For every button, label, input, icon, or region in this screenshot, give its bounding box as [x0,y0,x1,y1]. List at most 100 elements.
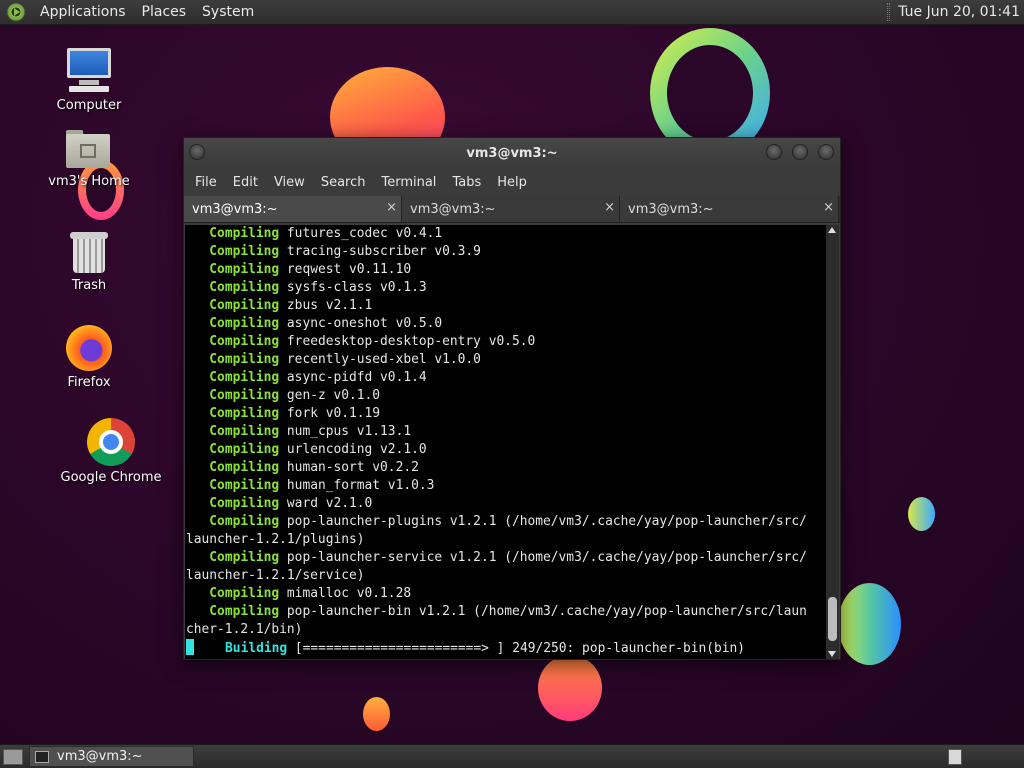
scrollbar-thumb[interactable] [828,597,837,641]
line-text: ward v2.1.0 [279,496,373,511]
terminal-line: Compiling recently-used-xbel v1.0.0 [186,351,826,369]
compile-keyword: Compiling [209,280,280,295]
close-button[interactable] [818,144,834,160]
line-text: futures_codec v0.4.1 [279,226,443,241]
compile-keyword: Compiling [209,604,280,619]
terminal-cursor [186,639,194,655]
terminal-line: Compiling pop-launcher-plugins v1.2.1 (/… [186,513,826,531]
terminal-line: Compiling reqwest v0.11.10 [186,261,826,279]
terminal-output[interactable]: Compiling futures_codec v0.4.1 Compiling… [185,225,826,659]
compile-keyword: Compiling [209,388,280,403]
tab-label: vm3@vm3:~ [628,201,714,217]
window-titlebar[interactable]: vm3@vm3:~ [184,138,840,168]
compile-keyword: Compiling [209,316,280,331]
scroll-down-arrow-icon[interactable] [828,651,836,657]
terminal-line: Compiling urlencoding v2.1.0 [186,441,826,459]
line-text: freedesktop-desktop-entry v0.5.0 [279,334,536,349]
terminal-progress-line: Building [=======================> ] 249… [186,639,826,658]
line-text: reqwest v0.11.10 [279,262,412,277]
menu-applications[interactable]: Applications [32,4,134,20]
menu-tabs[interactable]: Tabs [444,175,489,190]
compile-keyword: Compiling [209,478,280,493]
minimize-button[interactable] [766,144,782,160]
line-text: launcher-1.2.1/plugins) [186,532,365,547]
wallpaper-blob [363,697,390,731]
line-text: mimalloc v0.1.28 [279,586,412,601]
wallpaper-blob [908,497,935,531]
desktop-icon-firefox[interactable]: Firefox [34,325,144,390]
terminal-window[interactable]: vm3@vm3:~ File Edit View Search Terminal… [183,137,841,660]
terminal-line: Compiling fork v0.1.19 [186,405,826,423]
line-text: pop-launcher-service v1.2.1 (/home/vm3/.… [279,550,807,565]
line-text: launcher-1.2.1/service) [186,568,365,583]
taskbar-item-terminal[interactable]: vm3@vm3:~ [29,746,194,767]
building-progress-text: [=======================> ] 249/250: pop… [287,641,746,656]
panel-separator [887,3,891,21]
line-text: fork v0.1.19 [279,406,381,421]
compile-keyword: Compiling [209,244,280,259]
menu-system[interactable]: System [194,4,262,20]
menu-view[interactable]: View [266,175,313,190]
window-menu-button[interactable] [189,144,205,160]
terminal-scrollbar[interactable] [826,225,839,659]
compile-keyword: Compiling [209,514,280,529]
desktop-icon-label: Google Chrome [60,470,162,485]
menu-places[interactable]: Places [134,4,195,20]
terminal-line: Compiling num_cpus v1.13.1 [186,423,826,441]
trash-icon [70,230,108,274]
tab-close-icon[interactable]: × [386,200,397,215]
desktop-icon-trash[interactable]: Trash [34,230,144,293]
terminal-tab-1[interactable]: vm3@vm3:~ × [184,196,402,222]
compile-keyword: Compiling [209,262,280,277]
terminal-line: cher-1.2.1/bin) [186,621,826,639]
workspace-switcher[interactable] [948,748,962,765]
compile-keyword: Compiling [209,424,280,439]
terminal-icon [35,750,49,763]
firefox-icon [66,325,112,371]
line-text: pop-launcher-bin v1.2.1 (/home/vm3/.cach… [279,604,807,619]
terminal-tab-2[interactable]: vm3@vm3:~ × [402,196,620,222]
compile-keyword: Compiling [209,442,280,457]
line-text: gen-z v0.1.0 [279,388,381,403]
compile-keyword: Compiling [209,496,280,511]
desktop-icon-label: Computer [56,98,122,113]
line-text: human-sort v0.2.2 [279,460,419,475]
menu-terminal[interactable]: Terminal [373,175,444,190]
scroll-up-arrow-icon[interactable] [828,227,836,233]
terminal-line: Compiling mimalloc v0.1.28 [186,585,826,603]
line-text: pop-launcher-plugins v1.2.1 (/home/vm3/.… [279,514,807,529]
compile-keyword: Compiling [209,226,280,241]
menu-help[interactable]: Help [489,175,535,190]
line-text: zbus v2.1.1 [279,298,373,313]
menu-file[interactable]: File [187,175,225,190]
maximize-button[interactable] [792,144,808,160]
menu-edit[interactable]: Edit [225,175,266,190]
terminal-tab-3[interactable]: vm3@vm3:~ × [620,196,839,222]
tab-close-icon[interactable]: × [823,200,834,215]
distro-logo-icon[interactable] [6,2,26,22]
desktop-icon-home[interactable]: vm3's Home [34,130,144,189]
menu-search[interactable]: Search [313,175,374,190]
show-desktop-icon[interactable] [3,748,23,765]
terminal-line: Compiling tracing-subscriber v0.3.9 [186,243,826,261]
desktop-icon-chrome[interactable]: Google Chrome [56,418,166,485]
compile-keyword: Compiling [209,586,280,601]
wallpaper-blob [538,655,602,721]
compile-keyword: Compiling [209,352,280,367]
tab-close-icon[interactable]: × [604,200,615,215]
terminal-line: launcher-1.2.1/plugins) [186,531,826,549]
clock[interactable]: Tue Jun 20, 01:41 [898,4,1024,20]
line-text: urlencoding v2.1.0 [279,442,427,457]
desktop-icon-computer[interactable]: Computer [34,46,144,113]
